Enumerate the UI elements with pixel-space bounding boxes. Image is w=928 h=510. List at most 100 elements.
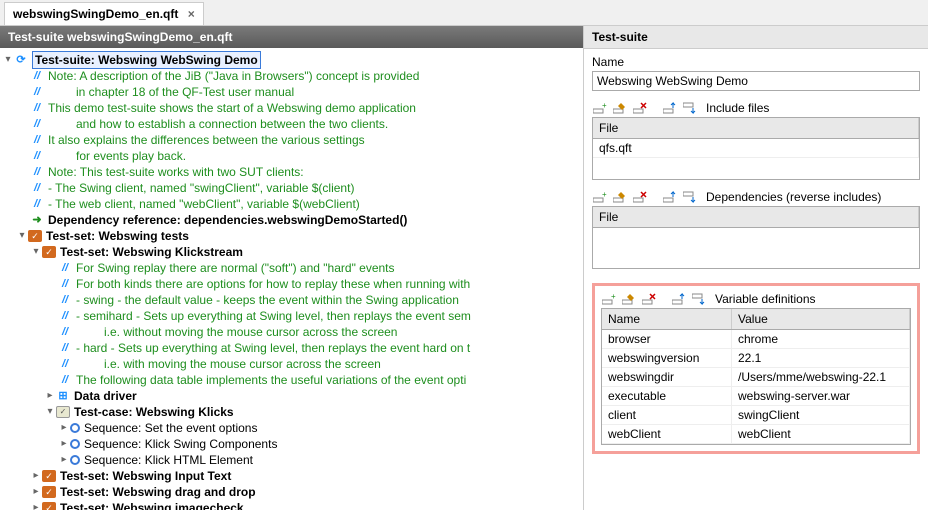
- tree-item-label: i.e. without moving the mouse cursor acr…: [104, 324, 397, 340]
- tree-item-label: - hard - Sets up everything at Swing lev…: [76, 340, 470, 356]
- tree-testset[interactable]: ▾✓ Test-set: Webswing Klickstream: [2, 244, 581, 260]
- table-row[interactable]: webswingdir/Users/mme/webswing-22.1: [602, 368, 910, 387]
- edit-row-icon[interactable]: [612, 190, 628, 204]
- table-row[interactable]: webswingversion22.1: [602, 349, 910, 368]
- sequence-icon: [70, 439, 80, 449]
- tree-testcase[interactable]: ▾✓ Test-case: Webswing Klicks: [2, 404, 581, 420]
- expander-icon[interactable]: ▸: [44, 388, 56, 404]
- expander-icon[interactable]: ▾: [2, 52, 14, 68]
- dependencies-table[interactable]: File: [592, 206, 920, 269]
- var-value-cell: /Users/mme/webswing-22.1: [732, 368, 910, 386]
- comment-icon: //: [30, 149, 44, 163]
- sequence-icon: [70, 455, 80, 465]
- file-tab[interactable]: webswingSwingDemo_en.qft ×: [4, 2, 204, 25]
- suite-icon: ⟳: [14, 53, 28, 67]
- table-row[interactable]: clientswingClient: [602, 406, 910, 425]
- dependency-icon: ➜: [30, 213, 44, 227]
- move-up-icon[interactable]: [662, 101, 678, 115]
- test-tree[interactable]: ▾ ⟳ Test-suite: Webswing WebSwing Demo /…: [0, 48, 583, 510]
- tree-item-label: - semihard - Sets up everything at Swing…: [76, 308, 471, 324]
- variable-definitions-table[interactable]: Name Value browserchromewebswingversion2…: [601, 308, 911, 445]
- name-label: Name: [592, 55, 920, 69]
- tree-item-label: Test-set: Webswing Klickstream: [60, 244, 243, 260]
- include-files-table[interactable]: File qfs.qft: [592, 117, 920, 180]
- testset-icon: ✓: [42, 246, 56, 258]
- move-up-icon[interactable]: [671, 292, 687, 306]
- testset-icon: ✓: [28, 230, 42, 242]
- tree-item-label: for events play back.: [76, 148, 186, 164]
- tree-item-label: i.e. with moving the mouse cursor across…: [104, 356, 381, 372]
- var-value-cell: webClient: [732, 425, 910, 443]
- var-value-cell: webswing-server.war: [732, 387, 910, 405]
- table-row[interactable]: qfs.qft: [593, 139, 919, 158]
- expander-icon[interactable]: ▸: [58, 420, 70, 436]
- comment-icon: //: [58, 261, 72, 275]
- tree-item-label: Sequence: Klick Swing Components: [84, 436, 277, 452]
- tree-item-label: Test-set: Webswing tests: [46, 228, 189, 244]
- tree-testset[interactable]: ▸✓Test-set: Webswing Input Text: [2, 468, 581, 484]
- add-row-icon[interactable]: +: [592, 101, 608, 115]
- add-row-icon[interactable]: +: [592, 190, 608, 204]
- table-row[interactable]: executablewebswing-server.war: [602, 387, 910, 406]
- svg-text:+: +: [602, 102, 607, 110]
- comment-icon: //: [30, 101, 44, 115]
- name-input[interactable]: [592, 71, 920, 91]
- tree-root-label: Test-suite: Webswing WebSwing Demo: [32, 51, 261, 69]
- edit-row-icon[interactable]: [621, 292, 637, 306]
- comment-icon: //: [30, 181, 44, 195]
- delete-row-icon[interactable]: [641, 292, 657, 306]
- expander-icon[interactable]: ▾: [30, 244, 42, 260]
- col-header-name: Name: [602, 309, 732, 329]
- comment-icon: //: [58, 277, 72, 291]
- move-down-icon[interactable]: [682, 101, 698, 115]
- add-row-icon[interactable]: +: [601, 292, 617, 306]
- var-value-cell: 22.1: [732, 349, 910, 367]
- tree-testset[interactable]: ▾✓ Test-set: Webswing tests: [2, 228, 581, 244]
- testset-icon: ✓: [42, 486, 56, 498]
- delete-row-icon[interactable]: [632, 190, 648, 204]
- close-icon[interactable]: ×: [188, 7, 195, 21]
- move-down-icon[interactable]: [682, 190, 698, 204]
- edit-row-icon[interactable]: [612, 101, 628, 115]
- tree-sequence[interactable]: ▸Sequence: Klick HTML Element: [2, 452, 581, 468]
- tree-sequence[interactable]: ▸ Sequence: Klick Swing Components: [2, 436, 581, 452]
- tree-item-label: Sequence: Set the event options: [84, 420, 257, 436]
- tree-testset[interactable]: ▸✓Test-set: Webswing imagecheck: [2, 500, 581, 510]
- var-name-cell: executable: [602, 387, 732, 405]
- move-down-icon[interactable]: [691, 292, 707, 306]
- col-header-value: Value: [732, 309, 910, 329]
- tree-sequence[interactable]: ▸ Sequence: Set the event options: [2, 420, 581, 436]
- table-row[interactable]: webClientwebClient: [602, 425, 910, 444]
- tree-testset[interactable]: ▸✓ Test-set: Webswing drag and drop: [2, 484, 581, 500]
- comment-icon: //: [58, 357, 72, 371]
- move-up-icon[interactable]: [662, 190, 678, 204]
- comment-icon: //: [30, 165, 44, 179]
- svg-text:+: +: [611, 293, 616, 301]
- tree-item-label: Note: A description of the JiB ("Java in…: [48, 68, 419, 84]
- expander-icon[interactable]: ▸: [30, 468, 42, 484]
- tab-title: webswingSwingDemo_en.qft: [13, 7, 178, 21]
- expander-icon[interactable]: ▸: [58, 436, 70, 452]
- deps-title: Dependencies (reverse includes): [706, 190, 881, 204]
- comment-icon: //: [58, 293, 72, 307]
- tree-root[interactable]: ▾ ⟳ Test-suite: Webswing WebSwing Demo: [2, 52, 581, 68]
- delete-row-icon[interactable]: [632, 101, 648, 115]
- comment-icon: //: [30, 133, 44, 147]
- include-toolbar: + Include files: [592, 101, 920, 115]
- datadriver-icon: ⊞: [56, 389, 70, 403]
- comment-icon: //: [30, 69, 44, 83]
- tree-item-label: The following data table implements the …: [76, 372, 466, 388]
- expander-icon[interactable]: ▸: [30, 500, 42, 510]
- tree-datadriver[interactable]: ▸⊞Data driver: [2, 388, 581, 404]
- expander-icon[interactable]: ▾: [44, 404, 56, 420]
- tree-item-label: Test-case: Webswing Klicks: [74, 404, 234, 420]
- tree-item-label: - The Swing client, named "swingClient",…: [48, 180, 354, 196]
- svg-text:+: +: [602, 191, 607, 199]
- vardef-toolbar: + Variable definitions: [601, 292, 911, 306]
- testcase-icon: ✓: [56, 406, 70, 418]
- expander-icon[interactable]: ▾: [16, 228, 28, 244]
- expander-icon[interactable]: ▸: [58, 452, 70, 468]
- table-row[interactable]: browserchrome: [602, 330, 910, 349]
- expander-icon[interactable]: ▸: [30, 484, 42, 500]
- tree-item-label: Test-set: Webswing drag and drop: [60, 484, 256, 500]
